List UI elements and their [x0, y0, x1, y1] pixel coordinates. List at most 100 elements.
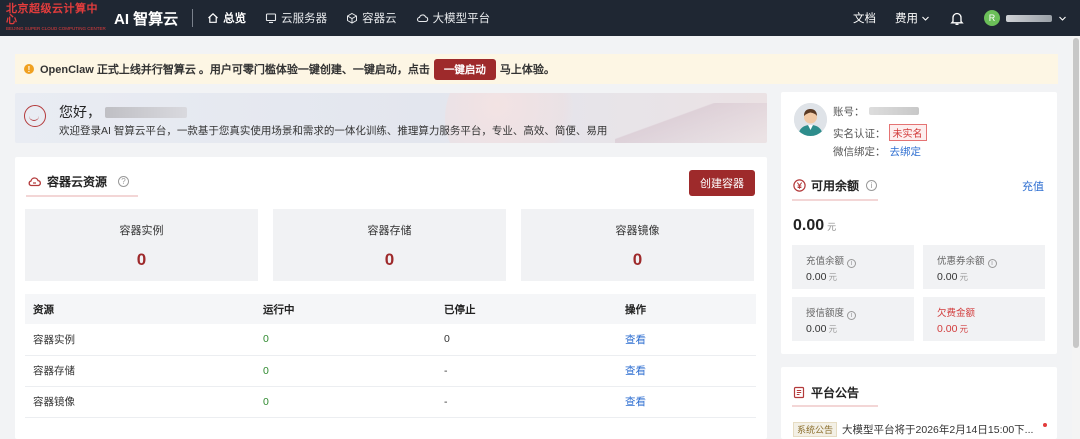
nav-item-cloud-server[interactable]: 云服务器 — [265, 10, 327, 26]
resource-name: 容器镜像 — [25, 386, 255, 418]
username-masked — [105, 107, 187, 118]
top-nav: 北京超级云计算中心 BEIJING SUPER CLOUD COMPUTING … — [0, 0, 1080, 36]
nav-divider — [192, 9, 194, 27]
view-link[interactable]: 查看 — [617, 324, 756, 356]
container-panel-title: 容器云资源 ? — [27, 173, 130, 190]
info-icon[interactable]: i — [847, 311, 857, 320]
stopped-count: 0 — [436, 324, 617, 356]
logo[interactable]: 北京超级云计算中心 BEIJING SUPER CLOUD COMPUTING … — [6, 4, 106, 32]
info-icon[interactable]: i — [866, 180, 878, 191]
card-label: 欠费金额 — [937, 305, 975, 319]
unread-dot — [1043, 423, 1047, 427]
balance-amount: 0.00 — [793, 217, 825, 234]
home-icon — [208, 12, 219, 23]
chevron-down-icon — [922, 16, 929, 21]
stat-card-instances: 容器实例 0 — [25, 209, 258, 281]
realname-label: 实名认证： — [833, 128, 886, 140]
nav-item-overview[interactable]: 总览 — [207, 10, 246, 26]
card-label-text: 充值余额 — [806, 256, 845, 267]
docs-link[interactable]: 文档 — [853, 10, 876, 26]
billing-menu[interactable]: 费用 — [895, 10, 930, 26]
nav-item-label: 云服务器 — [281, 13, 328, 25]
document-icon — [793, 386, 805, 399]
table-row: 容器镜像 0 - 查看 — [25, 386, 756, 418]
logo-text: 北京超级云计算中心 — [6, 3, 98, 27]
nav-item-label: 大模型平台 — [432, 13, 491, 25]
bell-icon[interactable] — [950, 11, 964, 26]
stopped-count: - — [436, 386, 617, 418]
logo-subtext: BEIJING SUPER CLOUD COMPUTING CENTER — [6, 26, 106, 32]
announcement-tag: 系统公告 — [793, 422, 838, 437]
balance-title-text: 可用余额 — [811, 179, 860, 193]
card-unit: 元 — [959, 272, 968, 282]
container-panel-title-text: 容器云资源 — [47, 175, 108, 189]
running-count: 0 — [255, 386, 436, 418]
billing-label: 费用 — [895, 13, 918, 25]
realname-status-badge[interactable]: 未实名 — [888, 124, 927, 141]
card-value-text: 0.00 — [937, 271, 958, 283]
balance-card-credit: 授信额度 i 0.00 元 — [792, 297, 914, 341]
wechat-label: 微信绑定： — [833, 146, 886, 158]
info-icon[interactable]: i — [987, 259, 997, 268]
column-header: 资源 — [25, 294, 255, 324]
view-link[interactable]: 查看 — [617, 386, 756, 418]
welcome-banner: 您好， 欢迎登录AI 智算云平台，一款基于您真实使用场景和需求的一体化训练、推理… — [15, 93, 767, 143]
person-icon — [794, 103, 827, 136]
stat-value: 0 — [136, 250, 147, 269]
account-label: 账号： — [833, 106, 865, 118]
chevron-down-icon[interactable] — [1058, 14, 1067, 23]
one-click-start-button[interactable]: 一键启动 — [433, 58, 496, 80]
card-unit: 元 — [828, 272, 837, 282]
resource-name: 容器存储 — [25, 355, 255, 387]
announcement-text: 大模型平台将于2026年2月14日15:00下... — [842, 424, 1034, 436]
card-label-text: 授信额度 — [806, 308, 845, 319]
server-icon — [266, 13, 277, 24]
info-icon[interactable]: i — [847, 259, 857, 268]
card-label-text: 欠费金额 — [937, 308, 976, 319]
stat-card-images: 容器镜像 0 — [521, 209, 754, 281]
scrollbar-thumb[interactable] — [1073, 38, 1079, 348]
stopped-count: - — [436, 355, 617, 387]
card-label: 充值余额 i — [806, 253, 857, 268]
bind-wechat-link[interactable]: 去绑定 — [890, 146, 922, 158]
stat-label: 容器镜像 — [615, 225, 660, 237]
available-balance: 0.00 元 — [793, 217, 836, 235]
title-underline — [792, 405, 878, 407]
table-row: 容器实例 0 0 查看 — [25, 324, 756, 356]
create-container-button[interactable]: 创建容器 — [689, 170, 755, 196]
running-count: 0 — [255, 324, 436, 356]
resource-name: 容器实例 — [25, 324, 255, 356]
stat-label: 容器存储 — [367, 225, 412, 237]
nav-item-label: 总览 — [223, 13, 247, 25]
brand-title: AI 智算云 — [114, 10, 179, 28]
view-link[interactable]: 查看 — [617, 355, 756, 387]
recharge-link[interactable]: 充值 — [1022, 178, 1044, 194]
card-unit: 元 — [959, 324, 968, 334]
card-value-text: 0.00 — [937, 323, 958, 335]
container-icon — [347, 12, 358, 24]
stat-value: 0 — [632, 250, 643, 269]
user-avatar[interactable]: R — [984, 10, 1000, 26]
announcement-item[interactable]: 系统公告 大模型平台将于2026年2月14日15:00下... — [793, 422, 1033, 437]
balance-card-arrears: 欠费金额 0.00 元 — [923, 297, 1045, 341]
table-row: 容器存储 0 - 查看 — [25, 355, 756, 387]
account-id-masked — [868, 107, 919, 115]
column-header: 操作 — [617, 294, 756, 324]
account-panel: 账号： 实名认证： 未实名 微信绑定： 去绑定 可用余额 i 充值 0.00 元 充值… — [781, 92, 1057, 354]
username-masked — [1006, 14, 1052, 22]
nav-item-container-cloud[interactable]: 容器云 — [346, 10, 397, 26]
page-scrollbar[interactable] — [1072, 36, 1080, 439]
container-resources-panel: 容器云资源 ? 创建容器 容器实例 0 容器存储 0 容器镜像 0 资源 运行中… — [15, 157, 767, 439]
stat-label: 容器实例 — [119, 225, 164, 237]
card-label: 优惠券余额 i — [937, 253, 997, 268]
balance-unit: 元 — [827, 222, 837, 232]
banner-decoration — [615, 103, 767, 143]
nav-item-llm-platform[interactable]: 大模型平台 — [416, 10, 491, 26]
card-label-text: 优惠券余额 — [937, 256, 985, 267]
announcement-title: 平台公告 — [793, 384, 859, 401]
nav-item-label: 容器云 — [362, 13, 397, 25]
announcement-title-text: 平台公告 — [811, 386, 860, 400]
greeting-text: 您好， — [59, 104, 101, 120]
help-icon[interactable]: ? — [118, 176, 130, 187]
wechat-row: 微信绑定： 去绑定 — [833, 144, 921, 159]
